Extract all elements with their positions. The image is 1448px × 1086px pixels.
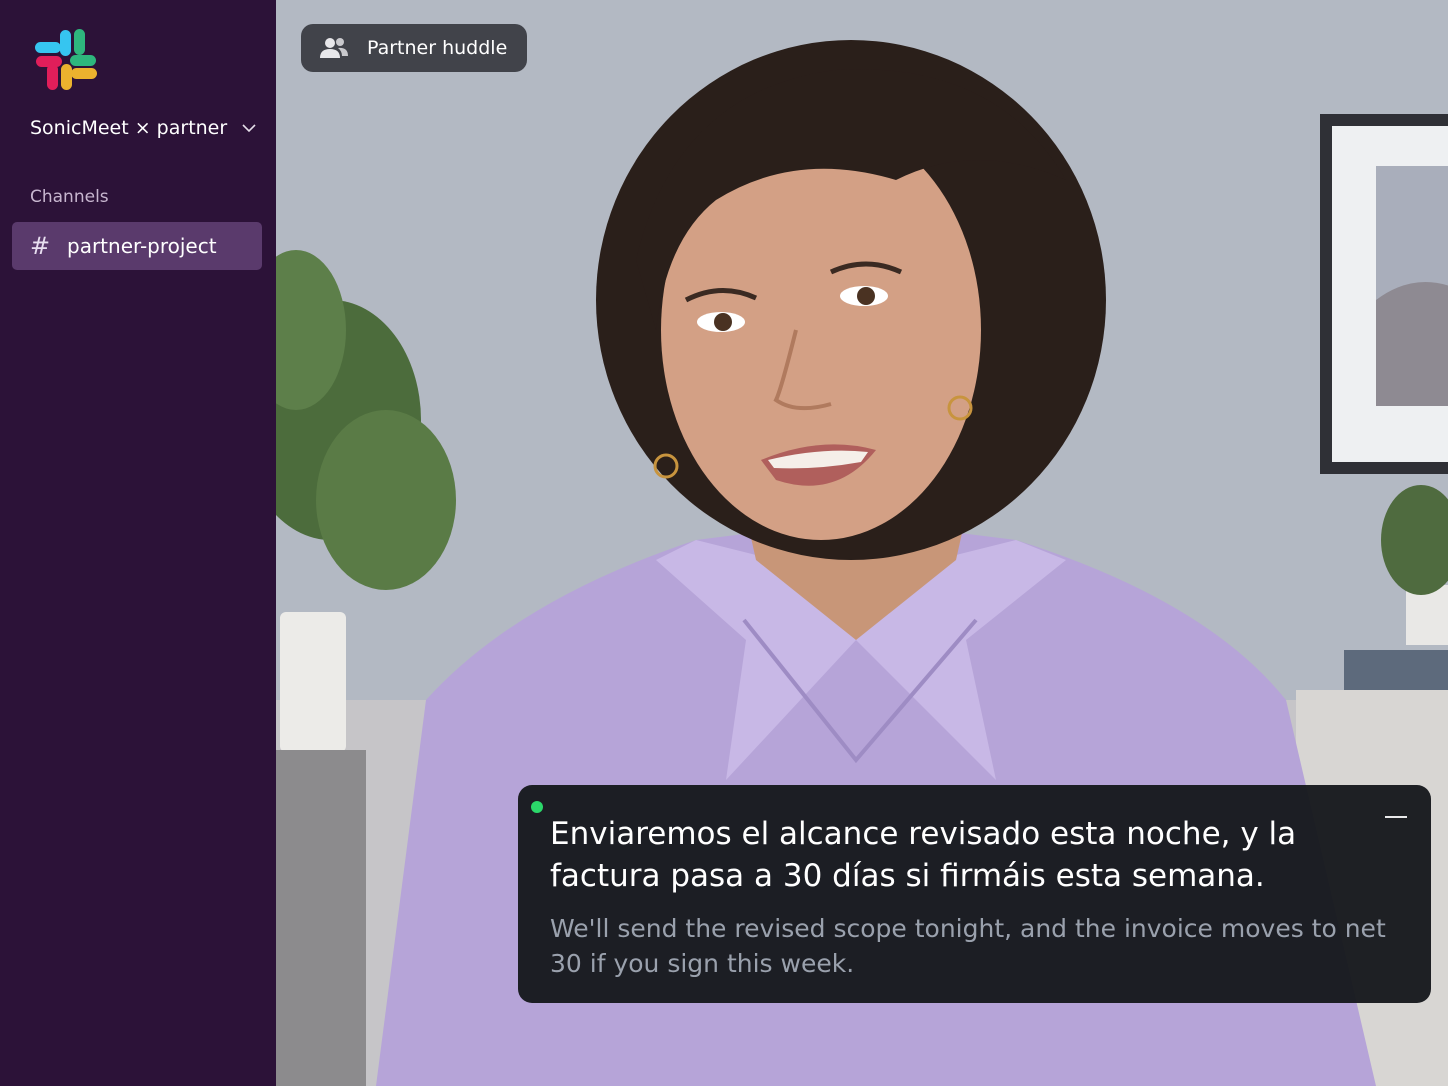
sidebar-item-partner-project[interactable]: # partner-project: [12, 222, 262, 270]
minimize-caption-button[interactable]: [1383, 807, 1409, 827]
chevron-down-icon: [242, 124, 256, 133]
video-feed: Partner huddle Enviaremos el alcance rev…: [276, 0, 1448, 1086]
huddle-indicator[interactable]: Partner huddle: [301, 24, 528, 72]
caption-original-text: Enviaremos el alcance revisado esta noch…: [550, 816, 1297, 894]
caption-translation-text: We'll send the revised scope tonight, an…: [550, 914, 1386, 978]
channel-label: partner-project: [67, 234, 217, 258]
channels-section-label: Channels: [30, 187, 109, 207]
live-caption-panel: Enviaremos el alcance revisado esta noch…: [518, 785, 1431, 1003]
huddle-label: Partner huddle: [367, 37, 508, 59]
hash-icon: #: [30, 232, 51, 260]
workspace-switcher[interactable]: SonicMeet × partner: [30, 114, 257, 142]
app-logo-icon: [35, 29, 97, 90]
live-indicator-icon: [531, 801, 543, 813]
sidebar: SonicMeet × partner Channels # partner-p…: [0, 0, 276, 1086]
workspace-name: SonicMeet × partner: [30, 117, 228, 139]
people-icon: [320, 38, 348, 58]
